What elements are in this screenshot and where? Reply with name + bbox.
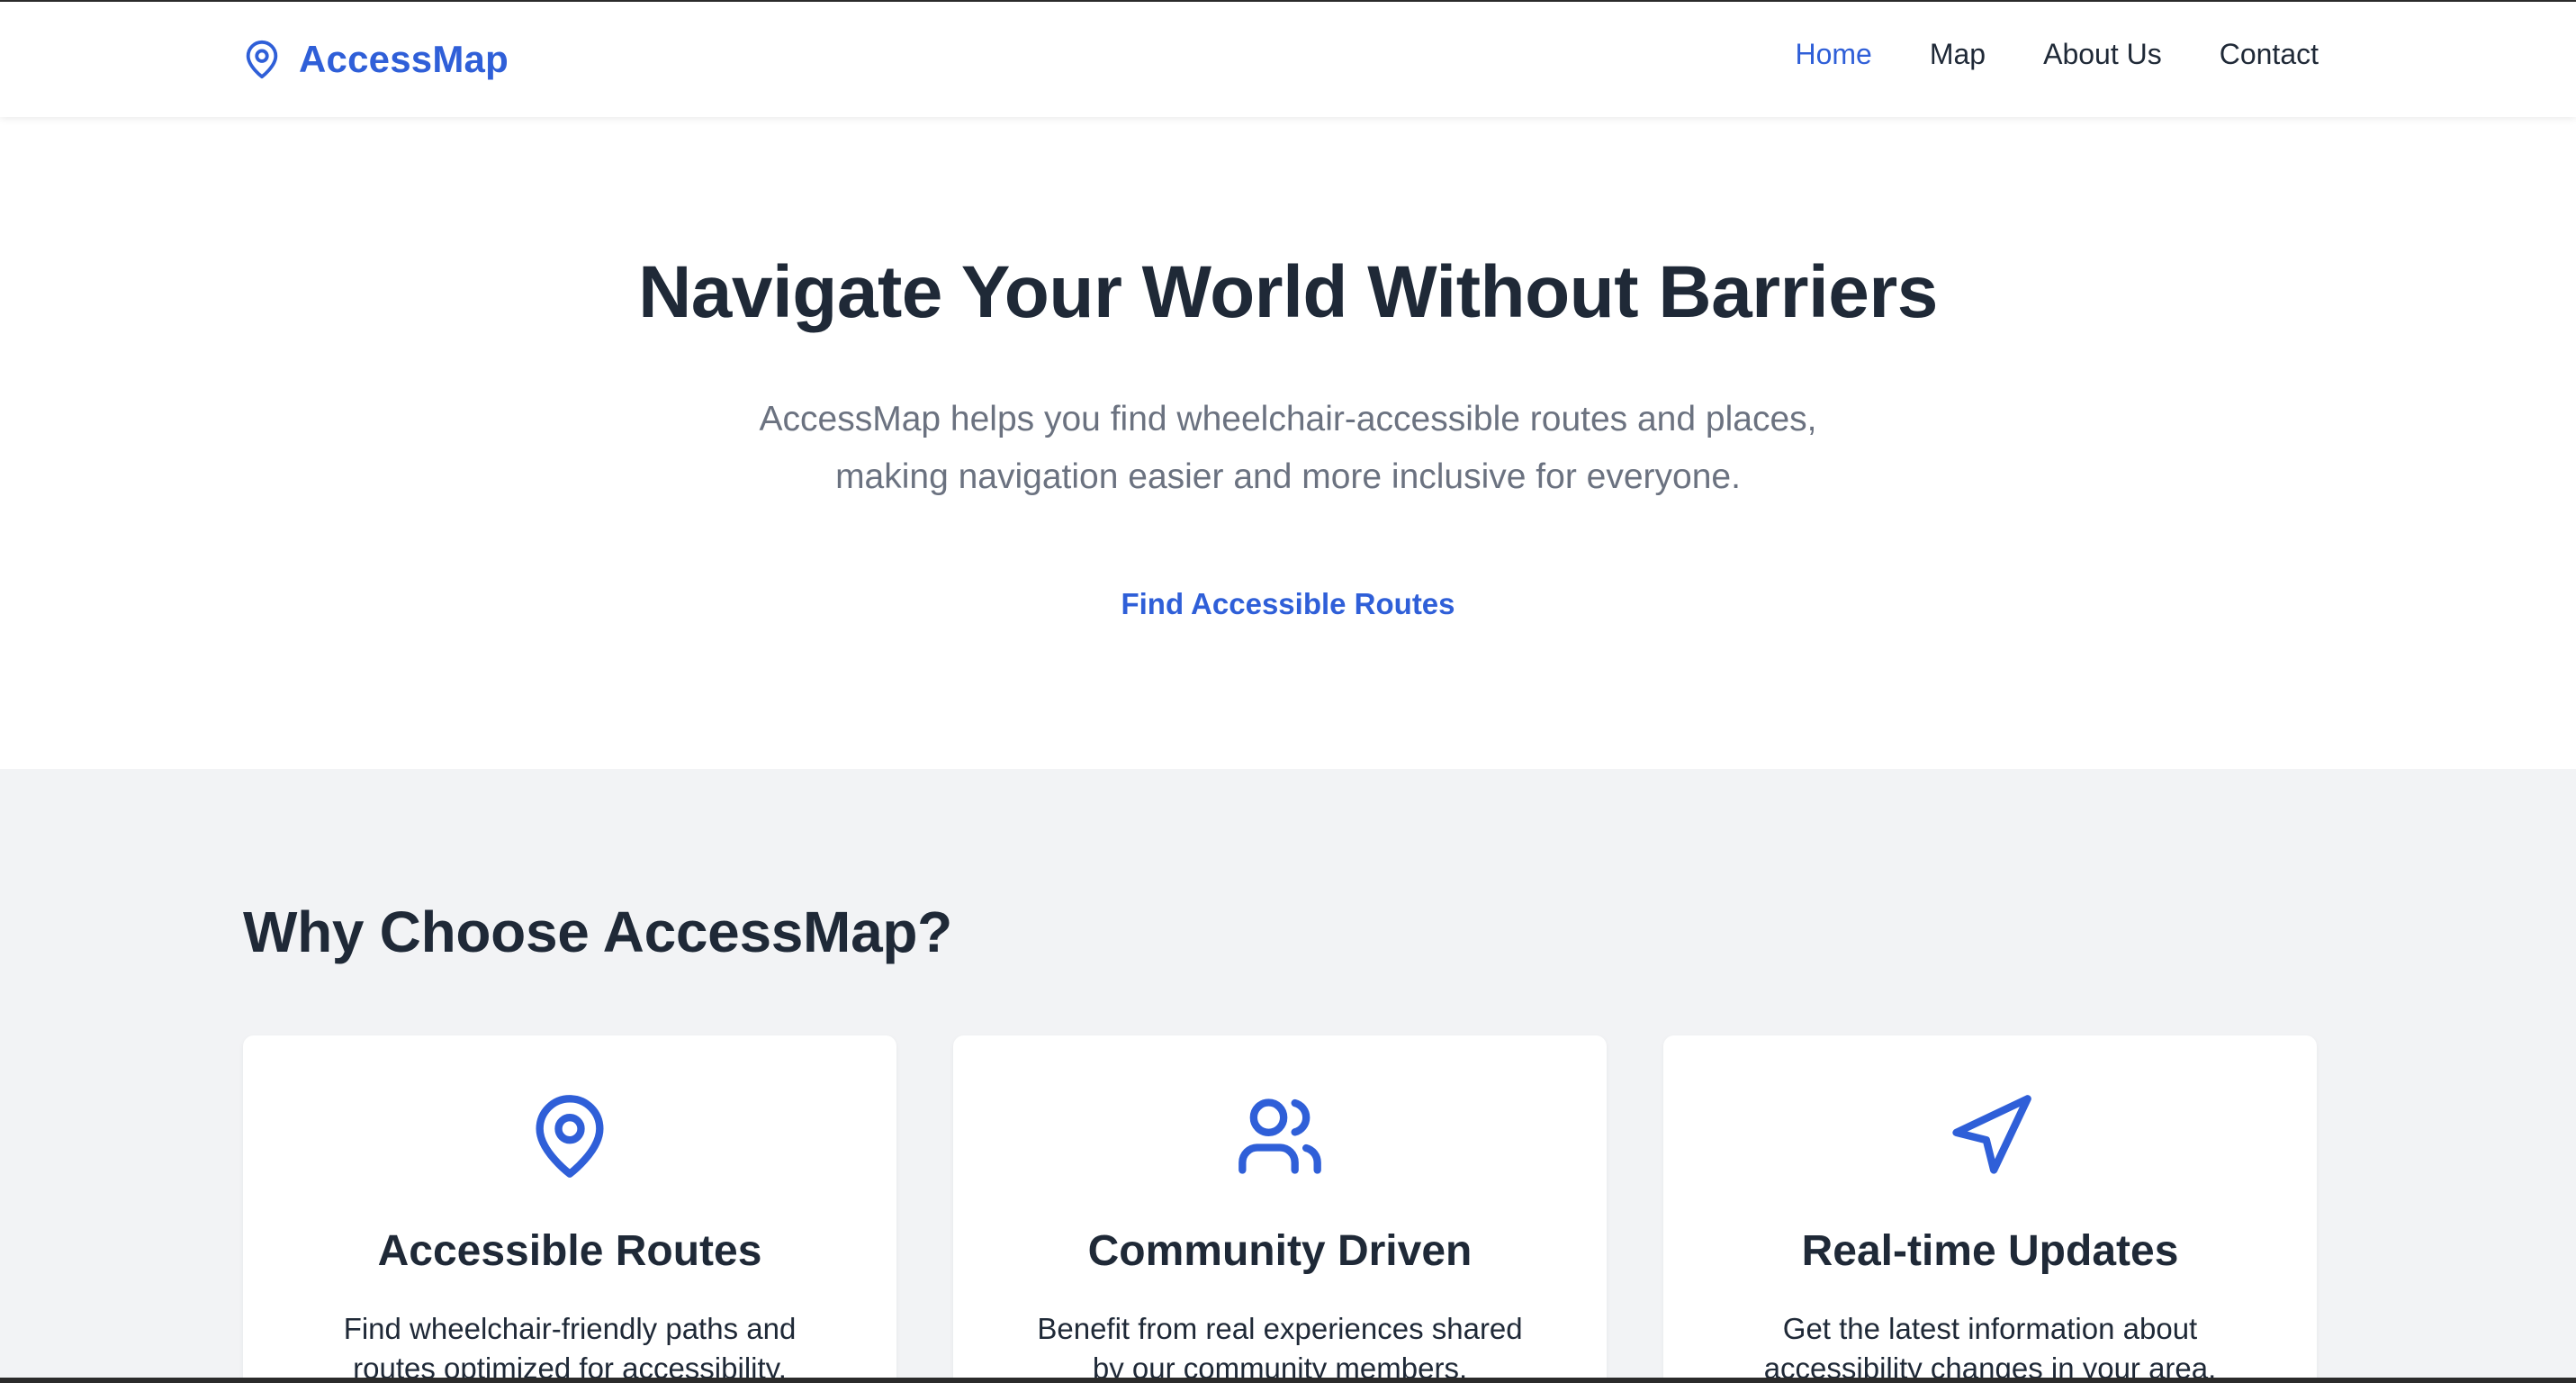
feature-card-text: Find wheelchair-friendly paths and route… <box>343 1312 797 1383</box>
feature-card-title: Real-time Updates <box>1801 1227 2179 1275</box>
map-pin-icon <box>525 1091 615 1181</box>
feature-card-text: Get the latest information about accessi… <box>1763 1312 2217 1383</box>
nav-contact-link[interactable]: Contact <box>2220 38 2319 71</box>
feature-card-accessible-routes: Accessible Routes Find wheelchair-friend… <box>243 1035 896 1383</box>
map-pin-icon <box>246 41 278 79</box>
feature-card-text: Benefit from real experiences shared by … <box>1037 1312 1523 1383</box>
page: AccessMap Home Map About Us Contact Navi… <box>0 0 2576 1383</box>
nav-home-link[interactable]: Home <box>1795 38 1871 71</box>
feature-card-realtime-updates: Real-time Updates Get the latest informa… <box>1663 1035 2317 1383</box>
hero-title: Navigate Your World Without Barriers <box>638 251 1938 333</box>
hero-section: Navigate Your World Without Barriers Acc… <box>0 117 2576 769</box>
feature-card-title: Accessible Routes <box>377 1227 762 1275</box>
brand-name: AccessMap <box>299 38 509 80</box>
brand-logo-link[interactable]: AccessMap <box>241 32 509 86</box>
window-bottom-edge <box>0 1378 2576 1383</box>
hero-subtitle: AccessMap helps you find wheelchair-acce… <box>759 400 1817 496</box>
site-header: AccessMap Home Map About Us Contact <box>0 2 2576 117</box>
nav-about-link[interactable]: About Us <box>2043 38 2162 71</box>
users-icon <box>1235 1091 1325 1181</box>
main-nav: Home Map About Us Contact <box>1795 38 2319 71</box>
feature-card-title: Community Driven <box>1087 1227 1473 1275</box>
find-routes-button[interactable]: Find Accessible Routes <box>1121 587 1455 621</box>
feature-card-community-driven: Community Driven Benefit from real exper… <box>953 1035 1607 1383</box>
navigation-arrow-icon <box>1945 1091 2035 1181</box>
features-title: Why Choose AccessMap? <box>243 899 952 964</box>
nav-map-link[interactable]: Map <box>1930 38 1986 71</box>
features-section: Why Choose AccessMap? Accessible Routes … <box>0 769 2576 1383</box>
